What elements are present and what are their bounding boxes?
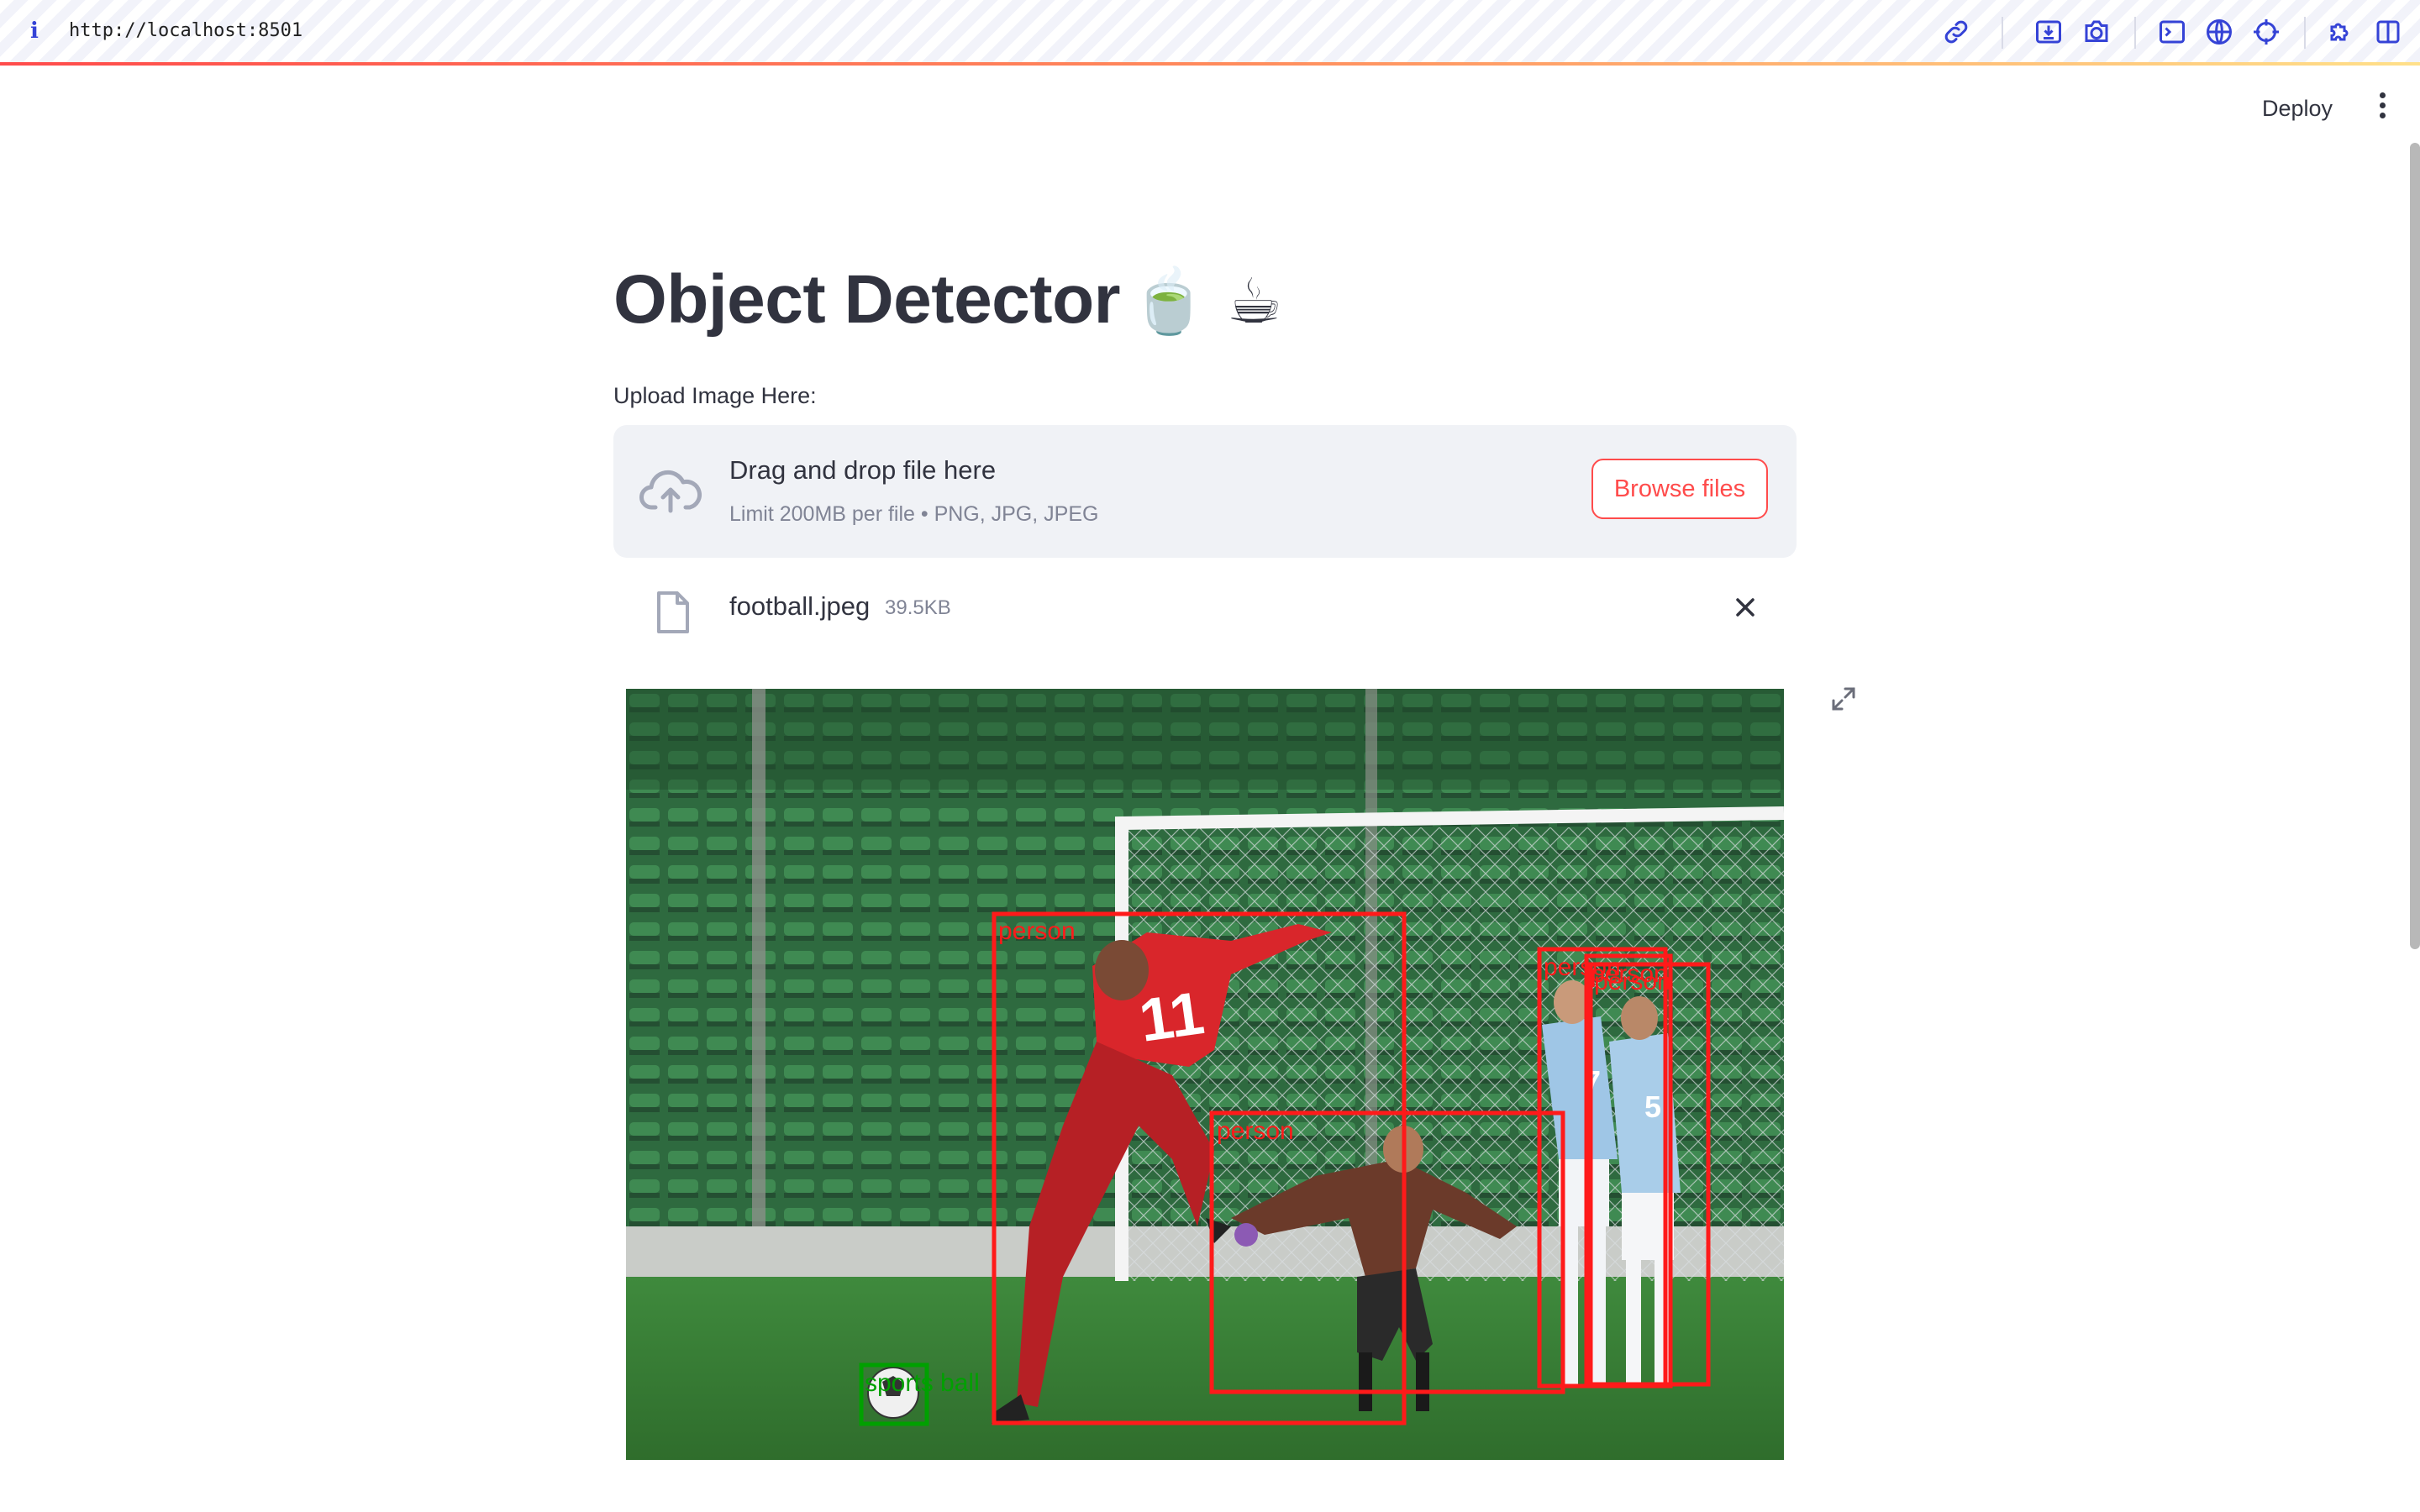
uploaded-file-name: football.jpeg bbox=[729, 591, 871, 621]
kebab-menu-icon[interactable] bbox=[2370, 92, 2395, 126]
extension-icon[interactable] bbox=[2324, 17, 2354, 47]
globe-icon[interactable] bbox=[2204, 17, 2234, 47]
info-icon[interactable]: i bbox=[30, 18, 39, 44]
page-scrollbar[interactable] bbox=[2410, 143, 2420, 949]
deploy-button[interactable]: Deploy bbox=[2252, 91, 2343, 127]
download-icon[interactable] bbox=[2033, 17, 2064, 47]
detection-label: sports ball bbox=[865, 1369, 980, 1397]
detection-label: person bbox=[1217, 1117, 1294, 1145]
camera-icon[interactable] bbox=[2081, 17, 2112, 47]
page-title-text: Object Detector bbox=[613, 261, 1121, 338]
detection-label: person bbox=[1594, 968, 1671, 995]
toolbar-divider bbox=[2304, 17, 2306, 49]
toolbar-accent-line bbox=[0, 62, 2420, 66]
close-icon[interactable] bbox=[1731, 593, 1760, 622]
uploaded-file-size: 39.5KB bbox=[885, 596, 951, 619]
uploaded-file-row: football.jpeg 39.5KB bbox=[613, 580, 1797, 640]
url-bar[interactable]: http://localhost:8501 bbox=[69, 20, 302, 41]
toolbar-divider bbox=[2134, 17, 2136, 49]
pitch bbox=[626, 1277, 1784, 1460]
svg-text:11: 11 bbox=[1135, 979, 1208, 1055]
browser-toolbar: i http://localhost:8501 bbox=[0, 0, 2420, 66]
uploader-label: Upload Image Here: bbox=[613, 383, 817, 408]
fullscreen-icon[interactable] bbox=[1828, 684, 1859, 714]
file-dropzone[interactable]: Drag and drop file here Limit 200MB per … bbox=[613, 425, 1797, 558]
link-icon[interactable] bbox=[1941, 17, 1971, 47]
terminal-icon[interactable] bbox=[2157, 17, 2187, 47]
dropzone-title: Drag and drop file here bbox=[729, 455, 997, 485]
cloud-upload-icon bbox=[639, 464, 702, 519]
file-icon bbox=[654, 590, 692, 635]
browse-files-button[interactable]: Browse files bbox=[1591, 459, 1768, 519]
svg-text:5: 5 bbox=[1644, 1089, 1661, 1124]
crosshair-icon[interactable] bbox=[2251, 17, 2281, 47]
detection-result-image: 11 7 5 person person person person perso… bbox=[626, 689, 1784, 1460]
toolbar-divider bbox=[2002, 17, 2003, 49]
detection-label: person bbox=[998, 917, 1076, 945]
title-emoji: 🍵 ☕ bbox=[1130, 265, 1282, 338]
sidebar-icon[interactable] bbox=[2373, 17, 2403, 47]
page-title: Object Detector 🍵 ☕ bbox=[613, 260, 1282, 339]
annotated-photo: 11 7 5 person person person person perso… bbox=[626, 689, 1784, 1460]
dropzone-limit-text: Limit 200MB per file • PNG, JPG, JPEG bbox=[729, 502, 1099, 526]
